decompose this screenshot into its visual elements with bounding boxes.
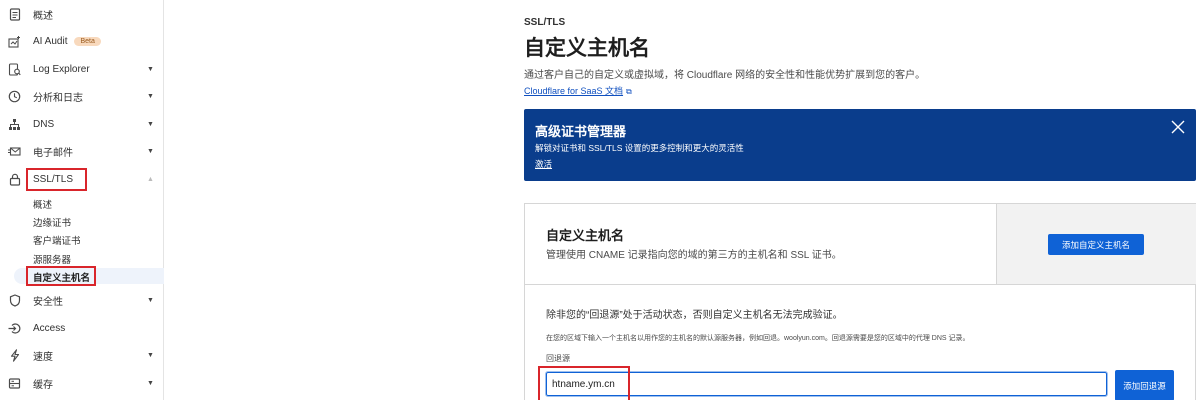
- promo-banner: 高级证书管理器 解锁对证书和 SSL/TLS 设置的更多控制和更大的灵活性 激活: [524, 109, 1196, 181]
- sidebar-item-analytics[interactable]: 分析和日志 ▼: [0, 83, 163, 110]
- external-link-icon: ⧉: [626, 87, 632, 96]
- sidebar: 概述 AI Audit Beta Log Explorer ▼ 分析和日志 ▼ D…: [0, 0, 164, 400]
- sidebar-item-label: Access: [33, 323, 66, 334]
- fallback-origin-label: 回退源: [546, 354, 570, 363]
- close-icon[interactable]: [1169, 118, 1187, 136]
- sidebar-item-security[interactable]: 安全性 ▼: [0, 287, 163, 314]
- email-icon: [8, 145, 21, 158]
- chevron-down-icon: ▼: [147, 380, 154, 387]
- divider: [525, 284, 1195, 285]
- chevron-down-icon: ▼: [147, 66, 154, 73]
- banner-body: 解锁对证书和 SSL/TLS 设置的更多控制和更大的灵活性: [535, 143, 744, 153]
- sidebar-item-cache[interactable]: 缓存 ▼: [0, 370, 163, 397]
- banner-title: 高级证书管理器: [535, 124, 627, 139]
- lock-icon: [8, 173, 21, 186]
- page-title: 自定义主机名: [524, 37, 650, 60]
- beta-badge: Beta: [74, 36, 101, 46]
- highlight-box-fallback-input: [538, 366, 630, 400]
- chevron-down-icon: ▼: [147, 93, 154, 100]
- fallback-hint: 在您的区域下输入一个主机名以用作您的主机名的默认源服务器，例如回退。woolyu…: [546, 335, 970, 342]
- docs-link-label: Cloudflare for SaaS 文档: [524, 86, 624, 96]
- document-icon: [8, 8, 21, 21]
- bolt-icon: [8, 349, 21, 362]
- sidebar-item-label: AI Audit: [33, 36, 68, 47]
- chevron-down-icon: ▼: [147, 297, 154, 304]
- add-fallback-origin-button[interactable]: 添加回退源: [1115, 370, 1174, 400]
- sidebar-item-label: 分析和日志: [33, 93, 83, 104]
- shield-icon: [8, 294, 21, 307]
- chevron-up-icon: ▲: [147, 176, 154, 183]
- highlight-box-ssl-tls: [26, 168, 87, 191]
- page-description: 通过客户自己的自定义或虚拟域，将 Cloudflare 网络的安全性和性能优势扩…: [524, 70, 926, 81]
- sidebar-item-label: 电子邮件: [33, 148, 73, 159]
- main-content: SSL/TLS 自定义主机名 通过客户自己的自定义或虚拟域，将 Cloudfla…: [524, 0, 1200, 400]
- ssl-sub-client-certificates[interactable]: 客户端证书: [33, 233, 81, 247]
- log-explorer-icon: [8, 63, 21, 76]
- access-icon: [8, 322, 21, 335]
- sidebar-item-label: 速度: [33, 352, 53, 363]
- ssl-sub-edge-certificates[interactable]: 边缘证书: [33, 215, 71, 229]
- sidebar-item-log-explorer[interactable]: Log Explorer ▼: [0, 56, 163, 83]
- chevron-down-icon: ▼: [147, 352, 154, 359]
- sidebar-item-label: 安全性: [33, 297, 63, 308]
- banner-activate-link[interactable]: 激活: [535, 158, 552, 170]
- fallback-warning: 除非您的“回退源”处于活动状态，否则自定义主机名无法完成验证。: [546, 310, 843, 321]
- sidebar-item-label: DNS: [33, 119, 55, 130]
- ssl-sub-origin-server[interactable]: 源服务器: [33, 252, 71, 266]
- chevron-down-icon: ▼: [147, 121, 154, 128]
- sidebar-item-speed[interactable]: 速度 ▼: [0, 342, 163, 369]
- sidebar-item-ai-audit[interactable]: AI Audit Beta: [0, 28, 163, 55]
- sidebar-item-access[interactable]: Access: [0, 315, 163, 342]
- cache-icon: [8, 377, 21, 390]
- add-custom-hostname-button[interactable]: 添加自定义主机名: [1048, 234, 1144, 255]
- card-title: 自定义主机名: [546, 228, 625, 243]
- sidebar-item-email[interactable]: 电子邮件 ▼: [0, 138, 163, 165]
- sidebar-item-dns[interactable]: DNS ▼: [0, 111, 163, 138]
- breadcrumb: SSL/TLS: [524, 17, 566, 28]
- ai-audit-icon: [8, 35, 21, 48]
- custom-hostnames-card: 自定义主机名 管理使用 CNAME 记录指向您的域的第三方的主机名和 SSL 证…: [524, 203, 1196, 400]
- sidebar-item-label: 概述: [33, 11, 53, 22]
- card-description: 管理使用 CNAME 记录指向您的域的第三方的主机名和 SSL 证书。: [546, 250, 842, 261]
- chevron-down-icon: ▼: [147, 148, 154, 155]
- highlight-box-custom-hostnames: [26, 266, 96, 286]
- fallback-origin-input[interactable]: [545, 371, 1108, 397]
- sidebar-item-overview[interactable]: 概述: [0, 1, 163, 28]
- docs-link[interactable]: Cloudflare for SaaS 文档 ⧉: [524, 84, 632, 97]
- ssl-sub-overview[interactable]: 概述: [33, 197, 52, 211]
- network-icon: [8, 118, 21, 131]
- sidebar-item-label: 缓存: [33, 380, 53, 391]
- sidebar-item-label: Log Explorer: [33, 64, 90, 75]
- clock-icon: [8, 90, 21, 103]
